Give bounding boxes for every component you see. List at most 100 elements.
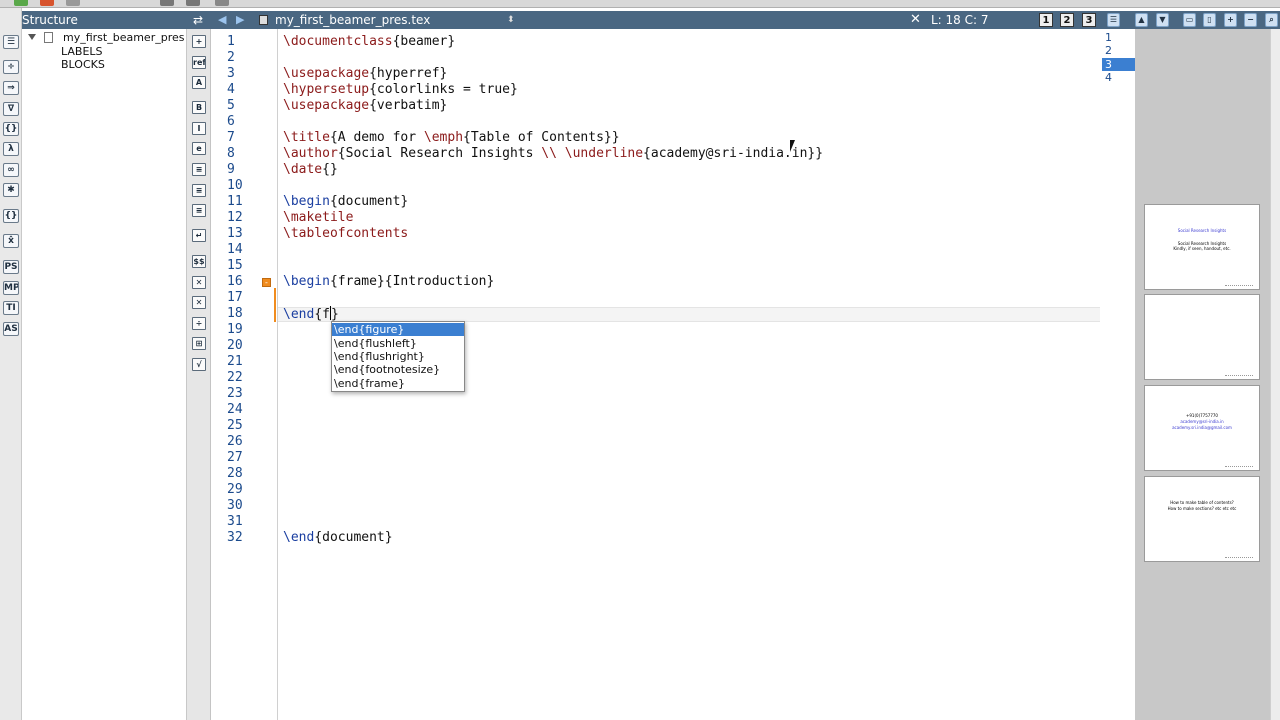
arrows-icon[interactable]: ⇒	[3, 81, 19, 95]
fraction-icon[interactable]: ÷	[3, 60, 19, 74]
align-right-icon[interactable]: ≡	[192, 204, 206, 217]
list-icon[interactable]: ☰	[3, 35, 19, 49]
zoom-in-icon[interactable]: +	[1224, 13, 1237, 27]
slide-text: How to make table of contents?	[1170, 500, 1234, 505]
filename-label[interactable]: my_first_beamer_pres.tex	[275, 11, 430, 29]
save-icon[interactable]	[66, 0, 80, 6]
next-page-icon[interactable]: ▼	[1156, 13, 1169, 27]
texmaker-window: ☰ ÷ ⇒ ∇ {} λ ∞ ✱ {} x̂ PS MP TI AS Struc…	[0, 0, 1280, 720]
italic-icon[interactable]: I	[192, 122, 206, 135]
fit-width-icon[interactable]: ▯	[1203, 13, 1216, 27]
token-keyword: \begin	[283, 194, 330, 209]
line-number: 29	[227, 482, 243, 497]
view-2-button[interactable]: 2	[1060, 13, 1074, 27]
line-number-gutter: 1 2 3 4 5 6 7 8 9 10 11 12 13 14 15 16 17 18 19 20 21 22 23 24 2…	[211, 29, 278, 720]
paste-icon[interactable]	[215, 0, 229, 6]
text-size-icon[interactable]: A	[192, 76, 206, 89]
new-file-icon[interactable]	[14, 0, 28, 6]
mp-icon[interactable]: MP	[3, 281, 19, 295]
page-item-1[interactable]: 1	[1102, 31, 1135, 44]
line-number: 3	[227, 66, 235, 81]
slide-text: How to make sections? etc etc etc	[1167, 506, 1237, 511]
previous-page-icon[interactable]: ▲	[1135, 13, 1148, 27]
align-center-icon[interactable]: ≡	[192, 184, 206, 197]
line-number: 2	[227, 50, 235, 65]
ps-icon[interactable]: PS	[3, 260, 19, 274]
cut-icon[interactable]	[186, 0, 200, 6]
delimiter-icon[interactable]: x̂	[3, 234, 19, 248]
lambda-icon[interactable]: λ	[3, 142, 19, 156]
bracket-icon[interactable]: {}	[3, 209, 19, 223]
superscript-icon[interactable]: ✕	[192, 296, 206, 309]
line-number: 8	[227, 146, 235, 161]
tree-expand-icon[interactable]	[28, 34, 36, 40]
next-document-icon[interactable]: ▶	[236, 11, 244, 29]
completion-item[interactable]: \end{footnotesize}	[332, 363, 464, 376]
token-command: \documentclass	[283, 34, 393, 49]
tree-item-labels[interactable]: LABELS	[61, 45, 103, 58]
fit-page-icon[interactable]: ▭	[1183, 13, 1196, 27]
token-arg: {colorlinks = true}	[369, 82, 518, 97]
open-file-icon[interactable]	[40, 0, 54, 6]
completion-item[interactable]: \end{flushright}	[332, 350, 464, 363]
asterisk-icon[interactable]: ✱	[3, 183, 19, 197]
slide-thumbnail-4[interactable]: How to make table of contents? How to ma…	[1144, 476, 1260, 562]
completion-item[interactable]: \end{frame}	[332, 377, 464, 390]
token-command: \author	[283, 146, 338, 161]
slide-title: Social Research Insights	[1177, 228, 1227, 233]
page-item-3[interactable]: 3	[1102, 58, 1135, 71]
previous-document-icon[interactable]: ◀	[218, 11, 226, 29]
slide-thumbnail-2[interactable]	[1144, 294, 1260, 380]
tree-item-blocks[interactable]: BLOCKS	[61, 58, 105, 71]
line-number: 32	[227, 530, 243, 545]
token-keyword: \end	[283, 307, 315, 322]
slide-thumbnail-3[interactable]: +91(0)7757770 academy@sri-india.in acade…	[1144, 385, 1260, 471]
nabla-icon[interactable]: ∇	[3, 102, 19, 116]
view-3-button[interactable]: 3	[1082, 13, 1096, 27]
token-command: \hypersetup	[283, 82, 370, 97]
token-keyword: \end	[283, 530, 315, 545]
fold-collapse-icon[interactable]: -	[262, 278, 271, 287]
ti-icon[interactable]: TI	[3, 301, 19, 315]
close-document-icon[interactable]: ✕	[910, 11, 921, 29]
emph-icon[interactable]: e	[192, 142, 206, 155]
view-1-button[interactable]: 1	[1039, 13, 1053, 27]
add-icon[interactable]: +	[192, 35, 206, 48]
subscript-icon[interactable]: ✕	[192, 276, 206, 289]
token-keyword: \begin	[283, 274, 330, 289]
page-list-icon[interactable]: ☰	[1107, 13, 1120, 27]
slide-footer	[1225, 557, 1253, 558]
code-line-3: \usepackage{hyperref}	[283, 66, 447, 81]
preview-scrollbar[interactable]	[1270, 29, 1280, 720]
line-number: 28	[227, 466, 243, 481]
page-item-4[interactable]: 4	[1102, 71, 1135, 84]
token-arg: {document}	[329, 194, 409, 209]
newline-icon[interactable]: ↵	[192, 229, 206, 242]
completion-item[interactable]: \end{flushleft}	[332, 337, 464, 350]
copy-icon[interactable]	[160, 0, 174, 6]
braces-icon[interactable]: {}	[3, 122, 19, 136]
document-list-chevron-icon[interactable]: ⬍	[507, 11, 515, 29]
line-number: 26	[227, 434, 243, 449]
slide-thumbnail-1[interactable]: Social Research Insights Social Research…	[1144, 204, 1260, 290]
line-number: 1	[227, 34, 235, 49]
align-left-icon[interactable]: ≡	[192, 163, 206, 176]
matrix-icon[interactable]: ⊞	[192, 337, 206, 350]
frac-icon[interactable]: ÷	[192, 317, 206, 330]
page-item-2[interactable]: 2	[1102, 44, 1135, 57]
completion-item[interactable]: \end{figure}	[332, 323, 464, 336]
line-number: 15	[227, 258, 243, 273]
line-number: 23	[227, 386, 243, 401]
structure-panel: my_first_beamer_pres LABELS BLOCKS	[22, 29, 187, 720]
structure-toggle-icon[interactable]: ⇄	[193, 11, 203, 29]
bold-icon[interactable]: B	[192, 101, 206, 114]
infinity-icon[interactable]: ∞	[3, 163, 19, 177]
slide-footer	[1225, 466, 1253, 467]
sqrt-icon[interactable]: √	[192, 358, 206, 371]
math-icon[interactable]: $$	[192, 255, 206, 268]
ref-icon[interactable]: ref	[192, 56, 206, 69]
zoom-out-icon[interactable]: −	[1244, 13, 1257, 27]
tree-item-root[interactable]: my_first_beamer_pres	[63, 31, 184, 44]
search-icon[interactable]: ⌕	[1265, 13, 1278, 27]
as-icon[interactable]: AS	[3, 322, 19, 336]
